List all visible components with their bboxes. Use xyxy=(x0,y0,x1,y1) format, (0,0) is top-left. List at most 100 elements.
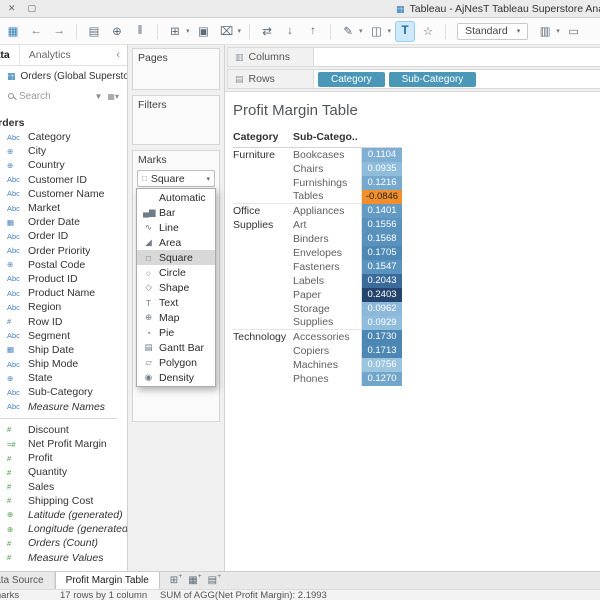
highlight-icon[interactable]: ✎ xyxy=(339,22,357,41)
category-cell[interactable]: Furniture xyxy=(233,148,293,204)
tab-analytics[interactable]: Analytics xyxy=(19,45,80,65)
presentation-mode-icon[interactable]: ▭ xyxy=(565,22,583,41)
field-item[interactable]: #Quantity xyxy=(0,465,127,479)
field-item[interactable]: ⊕City xyxy=(0,144,127,158)
group-members-icon[interactable]: ◫ xyxy=(368,22,386,41)
window-control-icon[interactable]: ▢ xyxy=(28,3,37,14)
rows-shelf-content[interactable]: Category Sub-Category xyxy=(314,72,600,87)
value-cell[interactable]: 0.2403 xyxy=(362,288,402,302)
field-item[interactable]: AbcCategory xyxy=(0,130,127,144)
field-item[interactable]: ⊕State xyxy=(0,371,127,385)
subcategory-column-header[interactable]: Sub-Catego.. xyxy=(293,131,362,148)
subcategory-cell[interactable]: Fasteners xyxy=(293,260,362,274)
subcategory-cell[interactable]: Envelopes xyxy=(293,246,362,260)
field-pill[interactable]: Category xyxy=(318,72,385,87)
mark-type-option[interactable]: ◉Density xyxy=(137,370,215,385)
field-item[interactable]: ⊕Postal Code xyxy=(0,258,127,272)
sheet-tab[interactable]: Profit Margin Table xyxy=(55,572,160,589)
collapse-pane-icon[interactable]: ‹ xyxy=(109,49,127,61)
value-cell[interactable]: 0.1730 xyxy=(362,330,402,344)
field-item[interactable]: AbcShip Mode xyxy=(0,357,127,371)
new-story-button[interactable]: ▤+ xyxy=(208,575,217,586)
mark-type-option[interactable]: ▄▆Bar xyxy=(137,205,215,220)
mark-type-option[interactable]: ○Circle xyxy=(137,265,215,280)
new-worksheet-icon[interactable]: ⊞ xyxy=(166,22,184,41)
redo-icon[interactable]: → xyxy=(50,22,68,41)
sheet-title[interactable]: Profit Margin Table xyxy=(233,98,600,131)
mark-type-option[interactable]: ▱Polygon xyxy=(137,355,215,370)
field-item[interactable]: #Profit xyxy=(0,451,127,465)
value-cell[interactable]: 0.1556 xyxy=(362,218,402,232)
value-cell[interactable]: 0.0756 xyxy=(362,358,402,372)
show-hide-cards-icon[interactable]: ▥ xyxy=(536,22,554,41)
field-item[interactable]: AbcProduct ID xyxy=(0,272,127,286)
field-item[interactable]: ▦Ship Date xyxy=(0,343,127,357)
field-item[interactable]: AbcSub-Category xyxy=(0,385,127,399)
undo-icon[interactable]: ← xyxy=(27,22,45,41)
value-cell[interactable]: 0.1705 xyxy=(362,246,402,260)
field-item[interactable]: AbcCustomer Name xyxy=(0,187,127,201)
subcategory-cell[interactable]: Furnishings xyxy=(293,176,362,190)
mark-type-option[interactable]: ◔Pie xyxy=(137,325,215,340)
value-cell[interactable]: 0.1713 xyxy=(362,344,402,358)
field-item[interactable]: AbcOrder Priority xyxy=(0,244,127,258)
field-item[interactable]: AbcProduct Name xyxy=(0,286,127,300)
subcategory-cell[interactable]: Chairs xyxy=(293,162,362,176)
field-item[interactable]: AbcMarket xyxy=(0,201,127,215)
filter-funnel-icon[interactable]: ▼ xyxy=(95,92,103,101)
mark-type-option[interactable]: ◢Area xyxy=(137,235,215,250)
sort-descending-icon[interactable]: ↑ xyxy=(304,22,322,41)
field-item[interactable]: #Shipping Cost xyxy=(0,494,127,508)
duplicate-sheet-icon[interactable]: ▣ xyxy=(195,22,213,41)
new-worksheet-button[interactable]: ⊞+ xyxy=(170,575,178,586)
mark-type-option[interactable]: ∿Line xyxy=(137,220,215,235)
subcategory-cell[interactable]: Copiers xyxy=(293,344,362,358)
save-icon[interactable]: ▤ xyxy=(85,22,103,41)
field-item[interactable]: #Discount xyxy=(0,423,127,437)
value-cell[interactable]: 0.1401 xyxy=(362,204,402,218)
tab-data[interactable]: Data xyxy=(0,45,19,65)
field-item[interactable]: AbcOrder ID xyxy=(0,229,127,243)
fit-selector[interactable]: Standard▾ xyxy=(457,23,528,40)
mark-type-option[interactable]: ⊕Map xyxy=(137,310,215,325)
mark-type-option[interactable]: TText xyxy=(137,295,215,310)
swap-rows-columns-icon[interactable]: ⇄ xyxy=(258,22,276,41)
columns-shelf[interactable]: ▥ Columns xyxy=(227,47,600,67)
field-item[interactable]: #Sales xyxy=(0,480,127,494)
value-cell[interactable]: 0.0935 xyxy=(362,162,402,176)
value-cell[interactable]: 0.1547 xyxy=(362,260,402,274)
value-cell[interactable]: 0.0962 xyxy=(362,302,402,316)
mark-type-option[interactable]: ◇Shape xyxy=(137,280,215,295)
field-item[interactable]: AbcCustomer ID xyxy=(0,173,127,187)
subcategory-cell[interactable]: Binders xyxy=(293,232,362,246)
field-item[interactable]: #Measure Values xyxy=(0,550,127,564)
field-item[interactable]: =#Net Profit Margin xyxy=(0,437,127,451)
new-dashboard-button[interactable]: ▦+ xyxy=(188,575,197,586)
sheet-tab[interactable]: Data Source xyxy=(0,572,55,589)
tableau-logo-icon[interactable]: ▦ xyxy=(4,22,22,41)
value-cell[interactable]: -0.0846 xyxy=(362,190,402,204)
field-item[interactable]: #Row ID xyxy=(0,314,127,328)
value-cell[interactable]: 0.2043 xyxy=(362,274,402,288)
field-item[interactable]: ⊕Latitude (generated) xyxy=(0,508,127,522)
subcategory-cell[interactable]: Supplies xyxy=(293,316,362,330)
field-item[interactable]: ▦Order Date xyxy=(0,215,127,229)
pause-auto-updates-icon[interactable]: ‖ xyxy=(131,22,149,41)
view-options-icon[interactable]: ▦▾ xyxy=(107,92,119,101)
subcategory-cell[interactable]: Labels xyxy=(293,274,362,288)
table-group-header[interactable]: Orders xyxy=(0,115,127,130)
clear-sheet-icon[interactable]: ⌧ xyxy=(218,22,236,41)
field-item[interactable]: #Orders (Count) xyxy=(0,536,127,550)
subcategory-cell[interactable]: Bookcases xyxy=(293,148,362,162)
subcategory-cell[interactable]: Appliances xyxy=(293,204,362,218)
value-cell[interactable]: 0.0929 xyxy=(362,316,402,330)
field-pill[interactable]: Sub-Category xyxy=(389,72,477,87)
rows-shelf[interactable]: ▤ Rows CategorySub-Category xyxy=(227,69,600,89)
value-cell[interactable]: 0.1568 xyxy=(362,232,402,246)
sort-ascending-icon[interactable]: ↓ xyxy=(281,22,299,41)
field-item[interactable]: ⊕Country xyxy=(0,158,127,172)
value-cell[interactable]: 0.1216 xyxy=(362,176,402,190)
subcategory-cell[interactable]: Machines xyxy=(293,358,362,372)
value-cell[interactable]: 0.1104 xyxy=(362,148,402,162)
category-cell[interactable]: Office Supplies xyxy=(233,204,293,330)
